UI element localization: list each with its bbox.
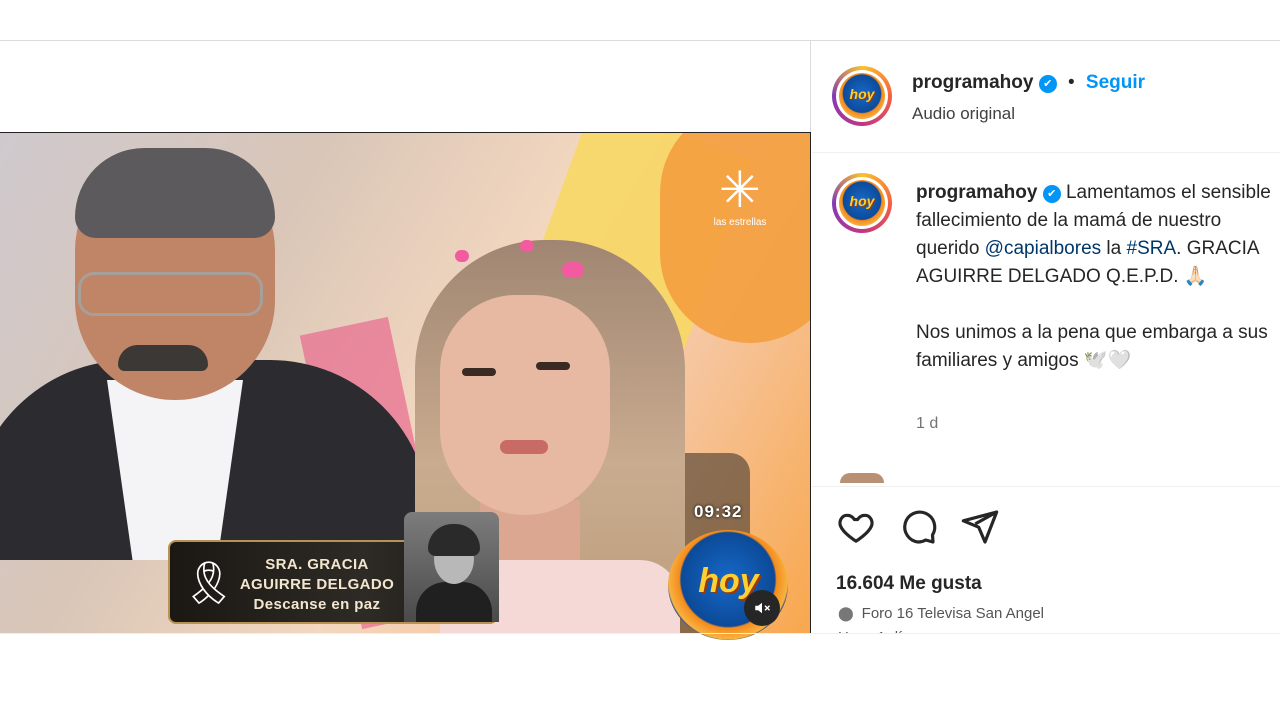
video-timestamp: 09:32 (694, 502, 743, 521)
post-side-panel: hoy programahoy ✔ • Seguir Audio origina… (812, 41, 1280, 634)
likes-count[interactable]: 16.604 Me gusta (836, 573, 982, 595)
share-button[interactable] (960, 507, 1000, 547)
caption-paragraph-2: Nos unimos a la pena que embarga a sus f… (916, 322, 1268, 371)
man-moustache (118, 345, 208, 371)
memorial-photo (404, 512, 499, 622)
woman-face (440, 295, 610, 515)
caption-username[interactable]: programahoy (916, 182, 1037, 203)
comment-avatar[interactable] (840, 473, 884, 483)
comment-button[interactable] (898, 507, 938, 547)
location-pin-icon: ⬤ (838, 605, 854, 621)
avatar-text: hoy (849, 86, 875, 102)
caption-text-2: la (1101, 238, 1127, 259)
hair-bow (562, 262, 584, 278)
actions-divider (812, 486, 1280, 487)
woman-eye (462, 368, 496, 376)
caption-paragraph-1: programahoy ✔ Lamentamos el sensible fal… (916, 179, 1278, 291)
header-username[interactable]: programahoy (912, 72, 1033, 93)
woman-eye (536, 362, 570, 370)
lower-third-line1: SRA. GRACIA (265, 556, 369, 573)
comment-icon (903, 510, 937, 544)
caption-gap (916, 291, 1278, 319)
lower-third-line3: Descanse en paz (253, 596, 381, 613)
caption-avatar[interactable]: hoy (832, 173, 892, 233)
header-divider (812, 152, 1280, 153)
post-caption: programahoy ✔ Lamentamos el sensible fal… (916, 179, 1278, 375)
more-options-icon[interactable]: ⋮ (1274, 81, 1280, 106)
mention-link[interactable]: @capialbores (985, 238, 1101, 259)
man-glasses (78, 272, 263, 316)
hair-bow (455, 250, 469, 262)
network-caption: las estrellas (713, 217, 767, 228)
heart-icon (838, 513, 874, 543)
bottom-divider (0, 633, 1280, 634)
verified-badge-icon: ✔ (1042, 185, 1061, 203)
instagram-post-page: ✳ las estrellas 09:32 hoy 🎗 SRA. GRACIA … (0, 0, 1280, 720)
avatar-text: hoy (849, 193, 875, 209)
lower-third-line2: AGUIRRE DELGADO (239, 576, 395, 593)
profile-avatar[interactable]: hoy (832, 66, 892, 126)
share-icon (961, 510, 999, 544)
follow-button[interactable]: Seguir (1086, 72, 1145, 93)
post-header: programahoy ✔ • Seguir (912, 72, 1145, 94)
speaker-muted-icon (755, 602, 771, 614)
photo-hair (428, 524, 480, 556)
location-row[interactable]: ⬤ Foro 16 Televisa San Angel (838, 605, 1044, 622)
location-text: Foro 16 Televisa San Angel (861, 605, 1045, 622)
like-button[interactable] (836, 507, 876, 547)
woman-lips (500, 440, 548, 454)
hair-bow (520, 240, 534, 252)
post-time-ago[interactable]: 1 d (916, 415, 938, 433)
audio-label[interactable]: Audio original (912, 104, 1015, 124)
photo-body (416, 582, 492, 622)
man-hair (75, 148, 275, 238)
verified-badge-icon: ✔ (1038, 75, 1057, 93)
mourning-ribbon-icon: 🎗 (182, 559, 236, 606)
separator-dot: • (1067, 72, 1075, 93)
hashtag-link[interactable]: #SRA (1127, 238, 1177, 259)
mute-button[interactable] (744, 590, 780, 626)
